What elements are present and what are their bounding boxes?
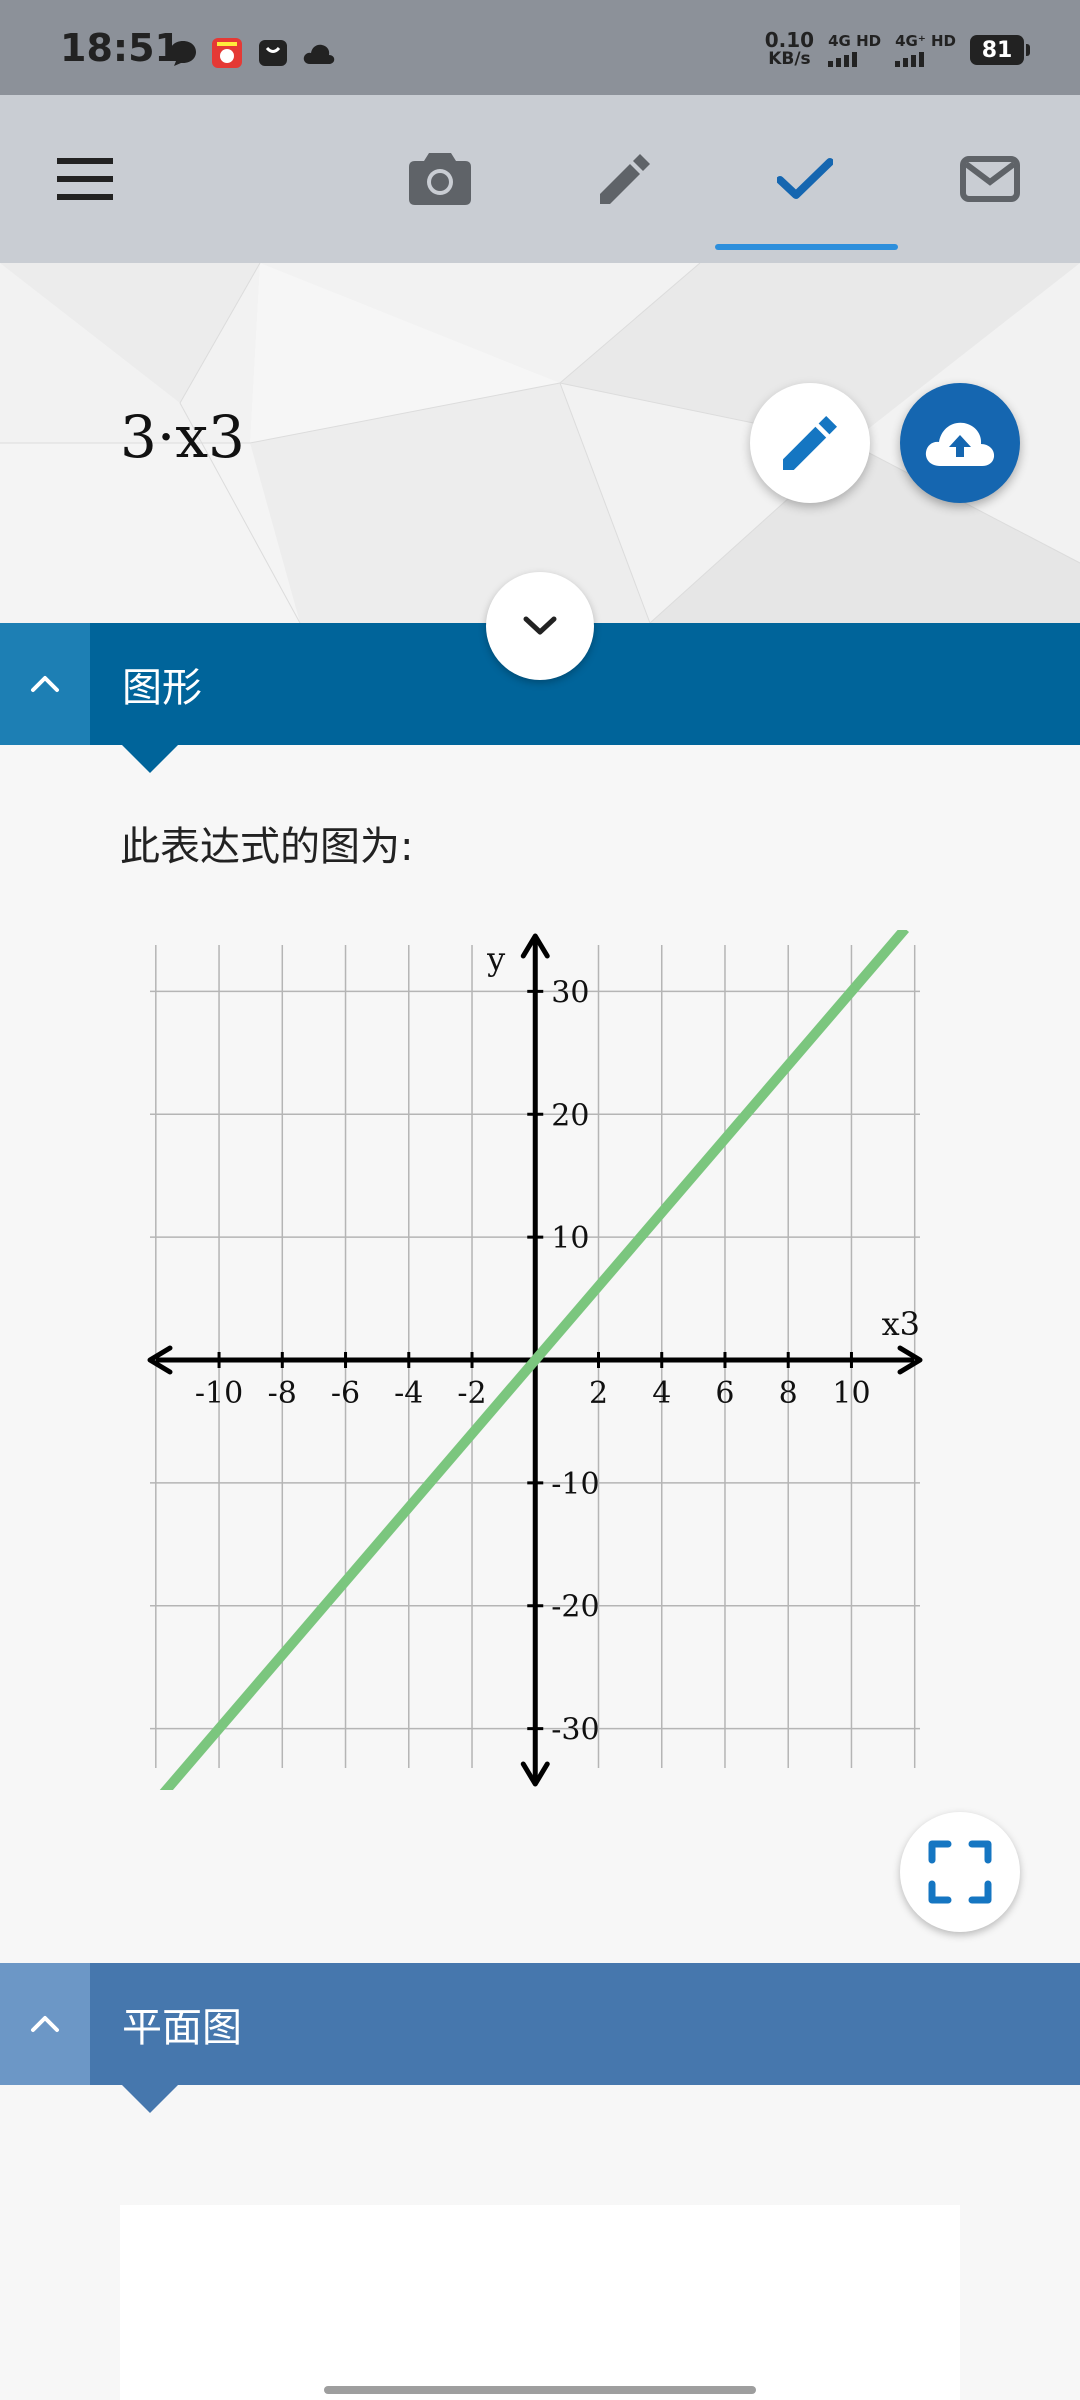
plane-section-toggle[interactable] bbox=[0, 1963, 90, 2085]
net-speed-value: 0.10 bbox=[764, 28, 815, 52]
x-tick-label: -10 bbox=[195, 1376, 243, 1411]
graph-section-toggle[interactable] bbox=[0, 623, 90, 745]
y-tick-label: 10 bbox=[551, 1221, 589, 1256]
y-tick-label: -20 bbox=[551, 1590, 599, 1625]
status-time: 18:51 bbox=[60, 26, 181, 70]
signal-bars-2-icon bbox=[895, 49, 956, 67]
y-tick-label: -30 bbox=[551, 1713, 599, 1748]
chevron-down-icon bbox=[523, 616, 557, 635]
fullscreen-icon bbox=[928, 1840, 992, 1904]
x-axis-label: x3 bbox=[882, 1305, 920, 1343]
active-tab-indicator bbox=[715, 244, 898, 250]
y-tick-label: 20 bbox=[551, 1098, 589, 1133]
mail-tab[interactable] bbox=[930, 95, 1050, 263]
app-notification-icon bbox=[212, 38, 242, 68]
x-tick-label: 6 bbox=[715, 1376, 734, 1411]
bag-icon bbox=[258, 38, 288, 68]
x-tick-label: -2 bbox=[457, 1376, 486, 1411]
check-icon bbox=[777, 158, 833, 199]
fullscreen-button[interactable] bbox=[900, 1812, 1020, 1932]
expression-header: 3·x3 bbox=[0, 263, 1080, 623]
x-tick-label: 4 bbox=[652, 1376, 671, 1411]
status-bar: 18:51 0.10 KB/s 4G HD 4G⁺ HD 81 bbox=[0, 0, 1080, 95]
cloud-upload-icon bbox=[925, 422, 995, 466]
message-icon bbox=[168, 38, 198, 68]
x-tick-label: 8 bbox=[779, 1376, 798, 1411]
battery-indicator: 81 bbox=[970, 35, 1030, 65]
x-tick-label: 10 bbox=[832, 1376, 870, 1411]
signal-1: 4G HD bbox=[828, 33, 881, 67]
graph-section-title: 图形 bbox=[122, 665, 202, 711]
menu-button[interactable] bbox=[40, 95, 130, 263]
pencil-icon bbox=[783, 416, 837, 470]
cloud-status-icon bbox=[302, 38, 335, 68]
network-speed: 0.10 KB/s bbox=[764, 28, 815, 69]
x-tick-label: -4 bbox=[394, 1376, 423, 1411]
collapse-header-button[interactable] bbox=[486, 572, 594, 680]
toolbar bbox=[0, 95, 1080, 263]
x-tick-label: -8 bbox=[268, 1376, 297, 1411]
pencil-icon bbox=[600, 154, 650, 204]
check-tab[interactable] bbox=[745, 95, 865, 263]
plane-section-title: 平面图 bbox=[122, 2005, 242, 2051]
plane-section-header[interactable]: 平面图 bbox=[0, 1963, 1080, 2085]
upload-cloud-button[interactable] bbox=[900, 383, 1020, 503]
function-graph[interactable]: -10 -8 -6 -4 -2 2 4 6 8 10 -30 -20 -10 10 20 30 x3 y bbox=[140, 930, 940, 1790]
y-axis-label: y bbox=[486, 940, 505, 978]
y-tick-label: -10 bbox=[551, 1467, 599, 1502]
edit-tab[interactable] bbox=[565, 95, 685, 263]
expression-text: 3·x3 bbox=[120, 403, 245, 471]
net-type-2: 4G⁺ HD bbox=[895, 32, 956, 50]
x-tick-label: 2 bbox=[589, 1376, 608, 1411]
signal-bars-1-icon bbox=[828, 49, 881, 67]
net-speed-unit: KB/s bbox=[768, 49, 811, 69]
plane-section-notch bbox=[122, 2085, 178, 2113]
plane-diagram-area bbox=[120, 2205, 960, 2400]
status-right: 0.10 KB/s 4G HD 4G⁺ HD 81 bbox=[764, 28, 1030, 70]
y-tick-label: 30 bbox=[551, 975, 589, 1010]
x-tick-label: -6 bbox=[331, 1376, 360, 1411]
net-type-1: 4G HD bbox=[828, 32, 882, 50]
camera-icon bbox=[409, 153, 471, 205]
camera-tab[interactable] bbox=[380, 95, 500, 263]
graph-caption: 此表达式的图为: bbox=[120, 824, 414, 870]
edit-expression-button[interactable] bbox=[750, 383, 870, 503]
chevron-up-icon bbox=[31, 2016, 59, 2032]
signal-2: 4G⁺ HD bbox=[895, 33, 956, 67]
chevron-up-icon bbox=[31, 676, 59, 692]
graph-section-notch bbox=[122, 745, 178, 773]
mail-icon bbox=[960, 156, 1020, 202]
home-indicator[interactable] bbox=[324, 2386, 756, 2394]
menu-icon bbox=[57, 158, 113, 200]
